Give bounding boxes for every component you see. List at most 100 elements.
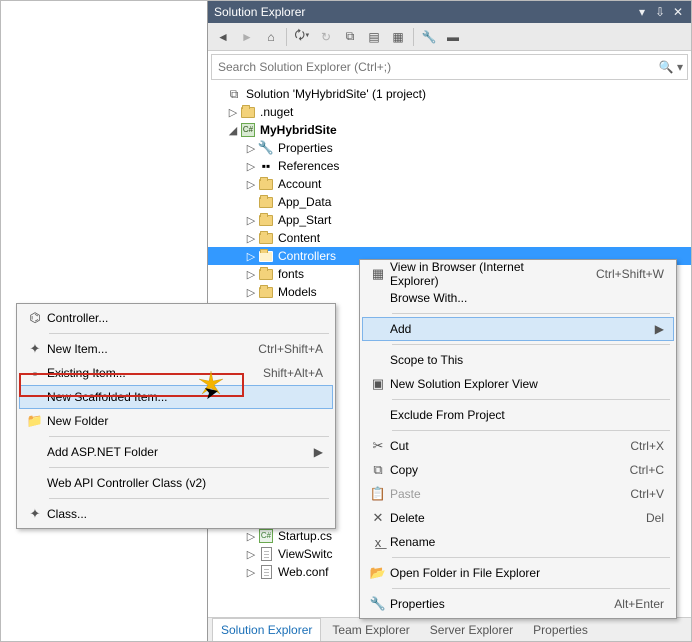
panel-title: Solution Explorer xyxy=(214,5,631,19)
wrench-icon: 🔧 xyxy=(366,596,390,612)
class-icon: ✦ xyxy=(23,506,47,522)
refresh-button[interactable]: 🗘▾ xyxy=(291,26,313,48)
context-menu-main[interactable]: ▦View in Browser (Internet Explorer)Ctrl… xyxy=(359,259,677,619)
menu-separator xyxy=(49,498,329,499)
folder-icon xyxy=(258,212,274,228)
toolbar: ◄ ► ⌂ 🗘▾ ↻ ⧉ ▤ ▦ 🔧 ▬ xyxy=(208,23,691,51)
open-folder-icon: 📂 xyxy=(366,565,390,581)
back-button[interactable]: ◄ xyxy=(212,26,234,48)
panel-titlebar[interactable]: Solution Explorer ▾ ⇩ ✕ xyxy=(208,1,691,23)
pin-icon[interactable]: ⇩ xyxy=(653,5,667,19)
search-icon[interactable]: 🔍 ▾ xyxy=(659,60,683,74)
dropdown-icon[interactable]: ▾ xyxy=(635,5,649,19)
new-folder-icon: 📁 xyxy=(23,413,47,429)
menu-class[interactable]: ✦Class... xyxy=(19,502,333,526)
properties-label: Properties xyxy=(278,141,333,155)
delete-icon: ✕ xyxy=(366,510,390,526)
menu-new-scaffolded-item[interactable]: New Scaffolded Item... xyxy=(19,385,333,409)
menu-paste: 📋PasteCtrl+V xyxy=(362,482,674,506)
menu-separator xyxy=(49,436,329,437)
menu-new-item[interactable]: ✦New Item...Ctrl+Shift+A xyxy=(19,337,333,361)
menu-open-folder[interactable]: 📂Open Folder in File Explorer xyxy=(362,561,674,585)
controllers-label: Controllers xyxy=(278,249,336,263)
menu-properties[interactable]: 🔧PropertiesAlt+Enter xyxy=(362,592,674,616)
menu-cut[interactable]: ✂CutCtrl+X xyxy=(362,434,674,458)
paste-icon: 📋 xyxy=(366,486,390,502)
menu-view-in-browser[interactable]: ▦View in Browser (Internet Explorer)Ctrl… xyxy=(362,262,674,286)
tab-team-explorer[interactable]: Team Explorer xyxy=(323,618,418,641)
project-label: MyHybridSite xyxy=(260,123,337,137)
menu-separator xyxy=(392,588,670,589)
menu-browse-with[interactable]: Browse With... xyxy=(362,286,674,310)
sync-button[interactable]: ↻ xyxy=(315,26,337,48)
menu-copy[interactable]: ⧉CopyCtrl+C xyxy=(362,458,674,482)
menu-separator xyxy=(392,344,670,345)
solution-label: Solution 'MyHybridSite' (1 project) xyxy=(246,87,426,101)
fonts-label: fonts xyxy=(278,267,304,281)
folder-icon xyxy=(258,248,274,264)
webconfig-label: Web.conf xyxy=(278,565,328,579)
content-label: Content xyxy=(278,231,320,245)
forward-button[interactable]: ► xyxy=(236,26,258,48)
menu-separator xyxy=(49,333,329,334)
menu-separator xyxy=(392,430,670,431)
solution-icon: ⧉ xyxy=(226,86,242,102)
preview-button[interactable]: ▬ xyxy=(442,26,464,48)
menu-new-view[interactable]: ▣New Solution Explorer View xyxy=(362,372,674,396)
references-node[interactable]: ▷▪▪References xyxy=(208,157,691,175)
wrench-button[interactable]: 🔧 xyxy=(418,26,440,48)
menu-existing-item[interactable]: ▫Existing Item...Shift+Alt+A xyxy=(19,361,333,385)
home-button[interactable]: ⌂ xyxy=(260,26,282,48)
references-label: References xyxy=(278,159,339,173)
folder-icon xyxy=(258,266,274,282)
menu-separator xyxy=(49,467,329,468)
submenu-arrow-icon: ▶ xyxy=(314,445,323,459)
tab-solution-explorer[interactable]: Solution Explorer xyxy=(212,618,321,641)
appstart-node[interactable]: ▷App_Start xyxy=(208,211,691,229)
project-node[interactable]: ◢C#MyHybridSite xyxy=(208,121,691,139)
account-node[interactable]: ▷Account xyxy=(208,175,691,193)
menu-web-api-controller[interactable]: Web API Controller Class (v2) xyxy=(19,471,333,495)
menu-delete[interactable]: ✕DeleteDel xyxy=(362,506,674,530)
menu-controller[interactable]: ⌬Controller... xyxy=(19,306,333,330)
browser-icon: ▦ xyxy=(366,266,390,282)
menu-separator xyxy=(392,313,670,314)
appdata-node[interactable]: ▷App_Data xyxy=(208,193,691,211)
tab-properties[interactable]: Properties xyxy=(524,618,597,641)
csproj-icon: C# xyxy=(240,122,256,138)
menu-separator xyxy=(392,399,670,400)
nuget-node[interactable]: ▷.nuget xyxy=(208,103,691,121)
submenu-arrow-icon: ▶ xyxy=(655,322,664,336)
nuget-label: .nuget xyxy=(260,105,293,119)
menu-asp-folder[interactable]: Add ASP.NET Folder▶ xyxy=(19,440,333,464)
viewswitch-label: ViewSwitc xyxy=(278,547,332,561)
context-menu-add[interactable]: ⌬Controller... ✦New Item...Ctrl+Shift+A … xyxy=(16,303,336,529)
menu-add[interactable]: Add▶ xyxy=(362,317,674,341)
references-icon: ▪▪ xyxy=(258,158,274,174)
bottom-tabs: Solution Explorer Team Explorer Server E… xyxy=(208,617,691,641)
new-item-icon: ✦ xyxy=(23,341,47,357)
appdata-label: App_Data xyxy=(278,195,331,209)
properties-node[interactable]: ▷🔧Properties xyxy=(208,139,691,157)
search-bar[interactable]: 🔍 ▾ xyxy=(211,54,688,80)
properties-button[interactable]: ▦ xyxy=(387,26,409,48)
menu-rename[interactable]: x͟Rename xyxy=(362,530,674,554)
menu-exclude[interactable]: Exclude From Project xyxy=(362,403,674,427)
menu-new-folder[interactable]: 📁New Folder xyxy=(19,409,333,433)
copy-icon: ⧉ xyxy=(366,462,390,478)
solution-node[interactable]: ▷⧉Solution 'MyHybridSite' (1 project) xyxy=(208,85,691,103)
file-icon xyxy=(258,564,274,580)
menu-scope-to-this[interactable]: Scope to This xyxy=(362,348,674,372)
separator xyxy=(413,28,414,46)
window-icon: ▣ xyxy=(366,376,390,392)
close-icon[interactable]: ✕ xyxy=(671,5,685,19)
folder-icon xyxy=(258,194,274,210)
tab-server-explorer[interactable]: Server Explorer xyxy=(421,618,522,641)
search-input[interactable] xyxy=(216,59,659,75)
folder-icon xyxy=(258,230,274,246)
cut-icon: ✂ xyxy=(366,438,390,454)
content-node[interactable]: ▷Content xyxy=(208,229,691,247)
cs-icon: C# xyxy=(258,528,274,544)
show-all-files-button[interactable]: ▤ xyxy=(363,26,385,48)
collapse-all-button[interactable]: ⧉ xyxy=(339,26,361,48)
